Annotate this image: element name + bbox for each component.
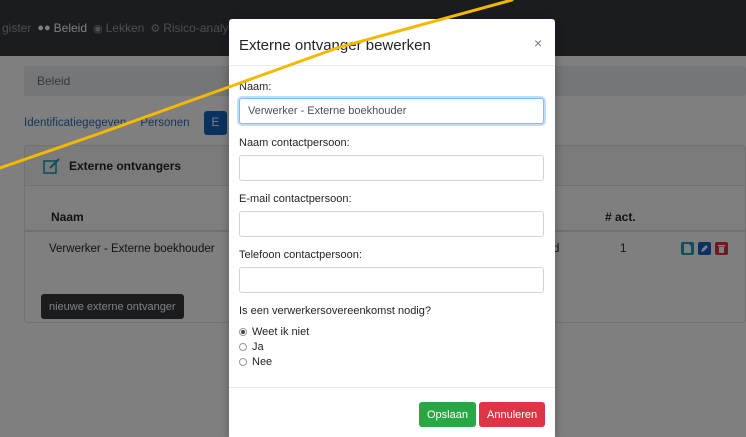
contact-email-label: E-mail contactpersoon: [239,193,352,205]
contact-name-input[interactable] [239,155,544,181]
agreement-question: Is een verwerkersovereenkomst nodig? [239,305,431,317]
radio-label: Ja [252,341,264,353]
edit-external-recipient-modal: Externe ontvanger bewerken × Naam: Naam … [229,19,555,437]
cancel-button[interactable]: Annuleren [479,402,546,427]
contact-email-input[interactable] [239,211,544,237]
contact-phone-input[interactable] [239,267,544,293]
radio-label: Weet ik niet [252,326,310,338]
radio-ja[interactable]: Ja [239,341,264,353]
radio-button[interactable] [239,358,247,366]
modal-title: Externe ontvanger bewerken [239,37,431,54]
modal-header: Externe ontvanger bewerken × [229,19,555,66]
modal-footer: Opslaan Annuleren [229,387,555,437]
radio-weet-ik-niet[interactable]: Weet ik niet [239,326,309,338]
save-button[interactable]: Opslaan [419,402,476,427]
radio-button[interactable] [239,343,247,351]
close-icon[interactable]: × [534,35,542,51]
contact-phone-label: Telefoon contactpersoon: [239,249,362,261]
naam-input[interactable] [239,98,544,124]
radio-nee[interactable]: Nee [239,356,272,368]
naam-label: Naam: [239,81,272,93]
radio-label: Nee [252,356,273,368]
contact-name-label: Naam contactpersoon: [239,137,350,149]
radio-button-checked[interactable] [239,328,247,336]
